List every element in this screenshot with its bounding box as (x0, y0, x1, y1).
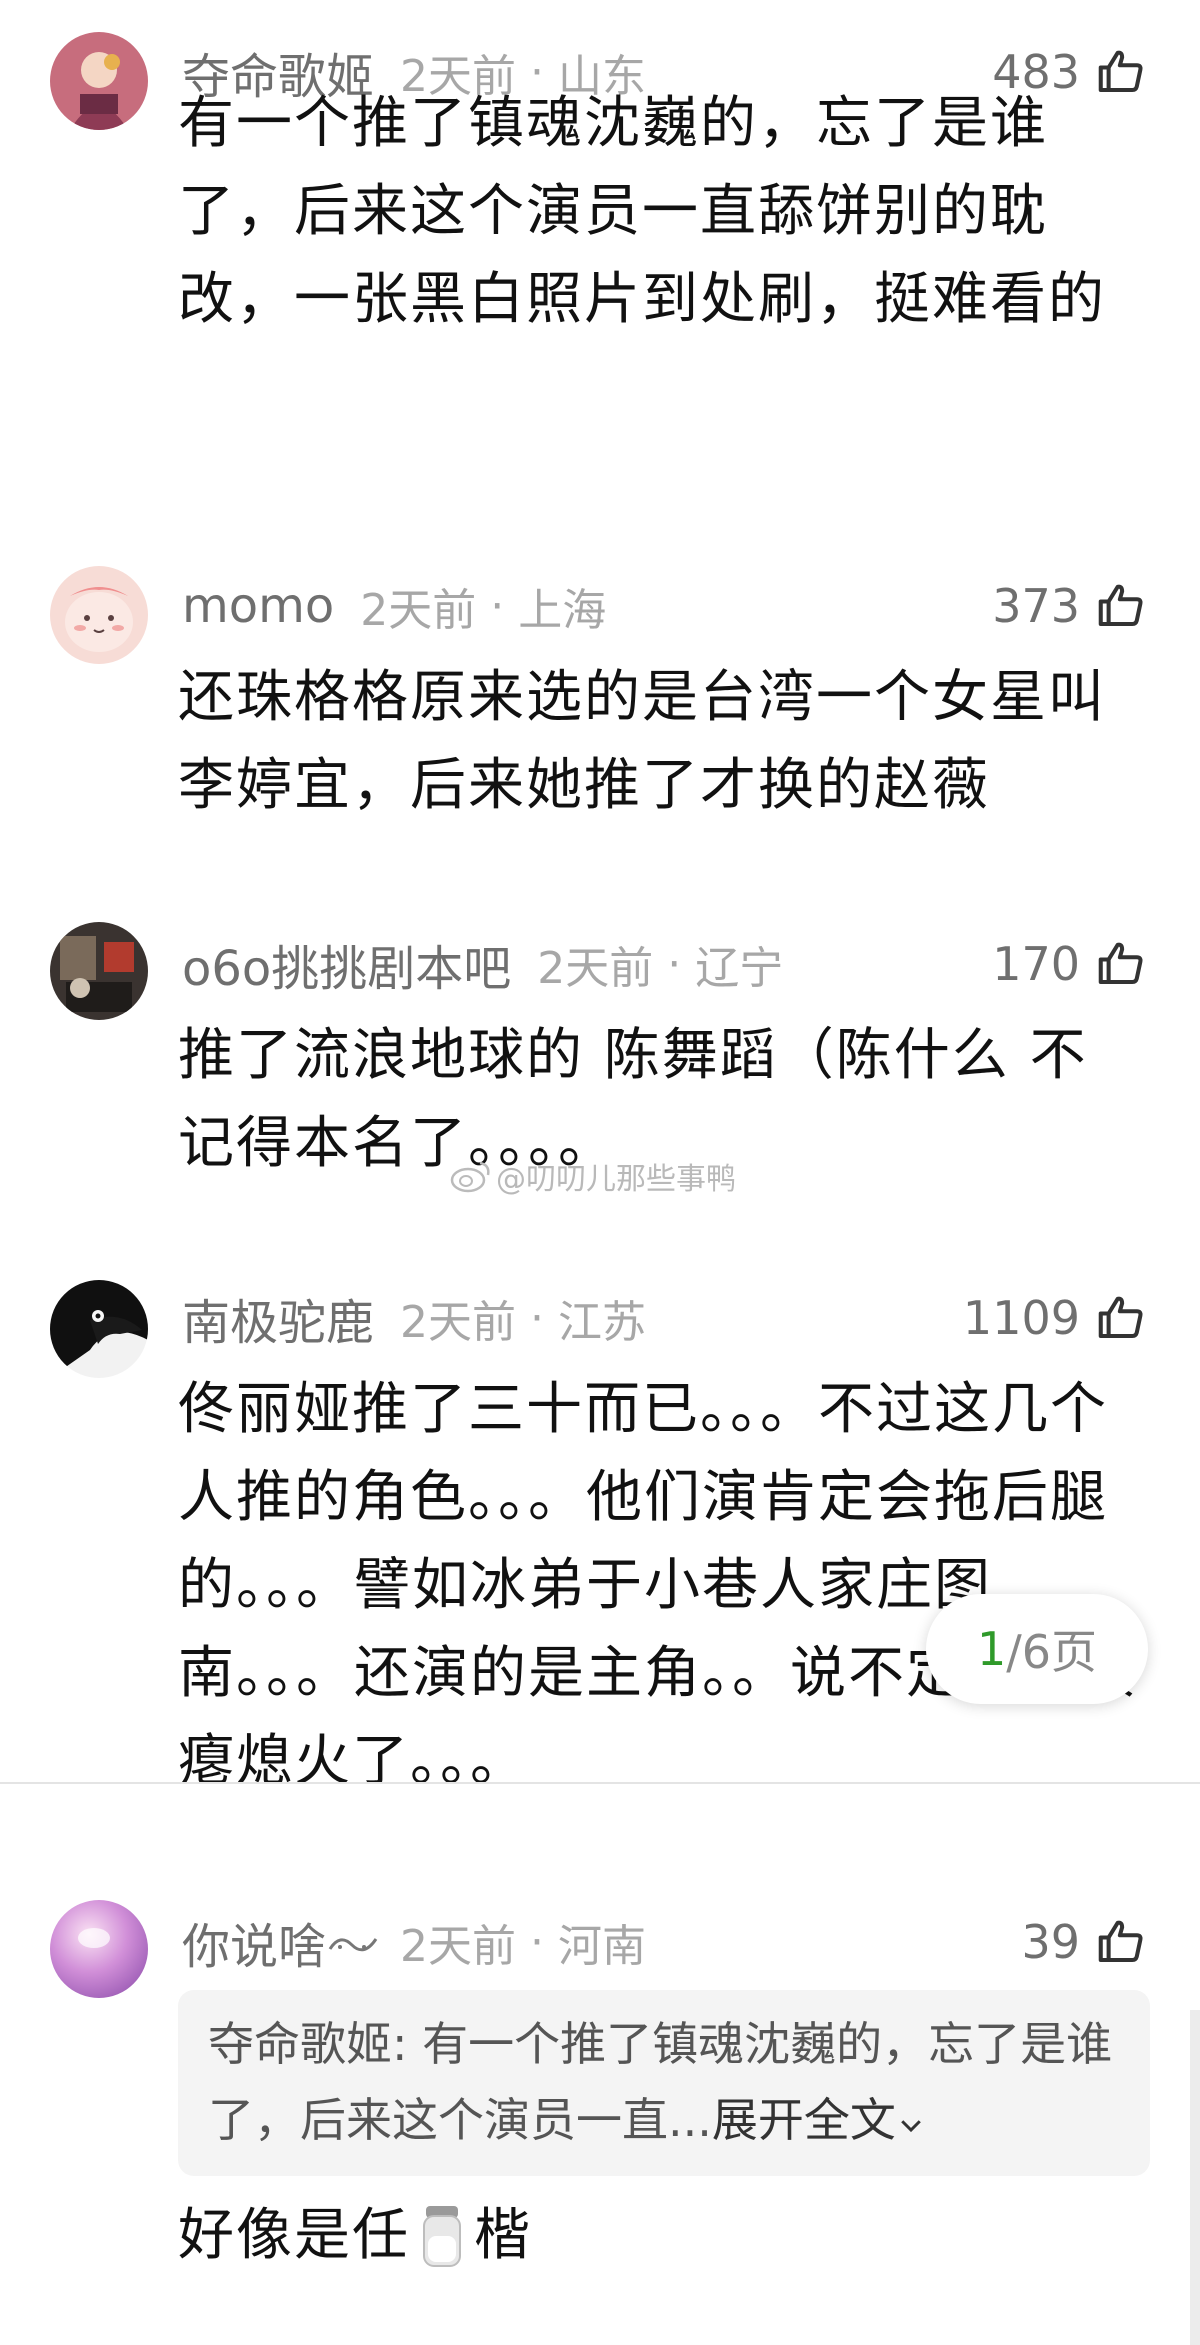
watermark: @叨叨儿那些事鸭 (450, 1152, 736, 1200)
comment-text: 佟丽娅推了三十而已。。。不过这几个人推的角色。。。他们演肯定会拖后腿的。。。譬如… (178, 1377, 1138, 1782)
username[interactable]: 南极驼鹿 (182, 1283, 374, 1353)
comment-location: 上海 (518, 585, 607, 636)
comment-text-before: 好像是任 (178, 2203, 410, 2268)
page-current: 1 (976, 1622, 1007, 1676)
like-button[interactable]: 170 (992, 934, 1148, 994)
page-indicator[interactable]: 1 /6页 (926, 1594, 1148, 1704)
salt-shaker-icon (414, 2200, 470, 2270)
avatar[interactable] (50, 922, 148, 1020)
avatar[interactable] (50, 1280, 148, 1378)
comment-text: 好像是任 楷 (178, 2192, 1138, 2280)
like-count: 1109 (962, 1291, 1080, 1345)
page-total: /6页 (1006, 1625, 1098, 1679)
quoted-reply[interactable]: 夺命歌姬: 有一个推了镇魂沈巍的，忘了是谁了，后来这个演员一直...展开全文 (178, 1990, 1150, 2176)
comment-meta: momo 2天前 · 上海 (182, 576, 606, 636)
like-button[interactable]: 373 (992, 576, 1148, 636)
thumbs-up-icon (1098, 1296, 1143, 1339)
chevron-down-icon (901, 2120, 921, 2133)
comment-time: 2天前 (400, 1297, 517, 1348)
like-button[interactable]: 1109 (963, 1288, 1148, 1348)
username[interactable]: 你说啥 (182, 1907, 326, 1977)
expand-full-text-link[interactable]: 展开全文 (712, 2093, 926, 2147)
like-count: 170 (992, 937, 1080, 991)
comment-text-after: 楷 (474, 2203, 532, 2268)
avatar[interactable] (50, 32, 148, 130)
watermark-text: @叨叨儿那些事鸭 (496, 1162, 736, 1197)
divider (0, 1782, 1200, 1784)
comment-location: 辽宁 (695, 943, 784, 994)
comment-text: 还珠格格原来选的是台湾一个女星叫李婷宜，后来她推了才换的赵薇 (178, 665, 1106, 818)
avatar[interactable] (50, 1900, 148, 1998)
comment-time: 2天前 (360, 585, 477, 636)
thumbs-up-icon (1098, 1920, 1143, 1963)
separator-dot: · (530, 1916, 545, 1968)
separator-dot: · (667, 938, 682, 990)
thumbs-up-icon (1098, 584, 1143, 627)
comment-location: 江苏 (558, 1297, 647, 1348)
username[interactable]: o6o挑挑剧本吧 (182, 929, 511, 999)
thumbs-up-icon (1098, 942, 1143, 985)
comment-time: 2天前 (537, 943, 654, 994)
weibo-icon (450, 1161, 490, 1193)
comment-meta: 南极驼鹿 2天前 · 江苏 (182, 1288, 647, 1352)
user-badge-icon (328, 1938, 378, 1952)
comment-time: 2天前 (400, 1921, 517, 1972)
like-button[interactable]: 39 (1021, 1912, 1148, 1972)
scrollbar[interactable] (1190, 2010, 1200, 2345)
like-count: 39 (1021, 1915, 1080, 1969)
quote-author[interactable]: 夺命歌姬: (208, 2017, 408, 2071)
comment-meta: 你说啥 2天前 · 河南 (182, 1912, 647, 1976)
separator-dot: · (530, 1292, 545, 1344)
comment-meta: o6o挑挑剧本吧 2天前 · 辽宁 (182, 934, 784, 998)
like-count: 373 (992, 579, 1080, 633)
avatar[interactable] (50, 566, 148, 664)
username[interactable]: momo (182, 578, 334, 634)
comment-location: 河南 (558, 1921, 647, 1972)
comment-text: 有一个推了镇魂沈巍的，忘了是谁了，后来这个演员一直舔饼别的耽改，一张黑白照片到处… (178, 91, 1106, 332)
separator-dot: · (490, 580, 505, 632)
